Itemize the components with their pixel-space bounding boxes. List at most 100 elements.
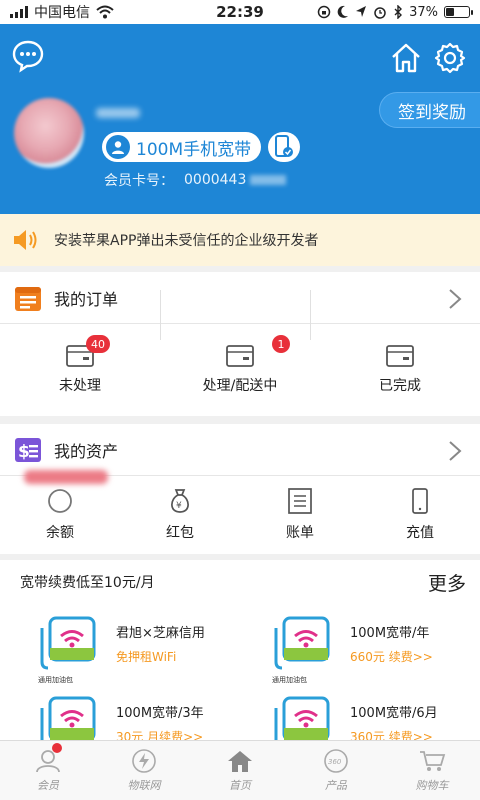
wifi-package-icon: 通用加油包 <box>38 616 96 684</box>
notification-dot <box>52 743 62 753</box>
asset-label: 账单 <box>286 525 314 541</box>
member-card-line: 会员卡号： 0000443 <box>104 170 287 190</box>
tab-label: 购物车 <box>415 778 449 792</box>
order-status-completed[interactable]: 已完成 <box>320 324 480 416</box>
membership-badge[interactable]: 100M手机宽带 <box>102 132 262 162</box>
promo-header: 宽带续费低至10元/月 更多 <box>0 560 480 604</box>
assets-title: 我的资产 <box>54 441 119 461</box>
order-status-label: 未处理 <box>59 378 101 394</box>
wallet-card-icon: 1 <box>226 335 290 367</box>
notice-bar[interactable]: 安装苹果APP弹出未受信任的企业级开发者 <box>0 214 480 266</box>
asset-recharge[interactable]: 充值 <box>360 476 480 554</box>
divider <box>310 290 311 340</box>
svg-text:360: 360 <box>328 758 342 766</box>
battery-percent: 37% <box>409 4 438 20</box>
moon-icon <box>337 5 349 18</box>
wifi-icon <box>96 5 114 19</box>
promo-item[interactable]: 通用加油包 君旭×芝麻信用 免押租WiFi <box>0 614 230 694</box>
orders-title: 我的订单 <box>54 289 119 309</box>
message-icon[interactable] <box>10 38 46 74</box>
asset-balance[interactable]: 余额 <box>0 470 120 554</box>
bill-list-icon <box>286 488 314 514</box>
asset-bill[interactable]: 账单 <box>240 476 360 554</box>
home-icon <box>228 750 252 772</box>
notice-text: 安装苹果APP弹出未受信任的企业级开发者 <box>54 233 319 249</box>
package-caption: 通用加油包 <box>272 675 307 684</box>
membership-badge-label: 100M手机宽带 <box>136 139 252 160</box>
user-icon <box>106 135 130 159</box>
broadband-promo-section: 宽带续费低至10元/月 更多 通用加油包 君旭×芝麻信用 免押租WiFi 通用加… <box>0 560 480 740</box>
tab-label: 物联网 <box>127 778 161 792</box>
assets-header[interactable]: $ 我的资产 <box>0 424 480 476</box>
lock-rotation-icon <box>317 5 331 19</box>
bluetooth-icon <box>394 5 403 19</box>
promo-item-title: 100M宽带/年 <box>350 626 430 641</box>
promo-item[interactable]: 100M宽带/6月 360元 续费>> <box>234 694 464 740</box>
lightning-icon <box>132 748 156 773</box>
more-link[interactable]: 更多 <box>428 569 466 596</box>
username-blurred <box>96 108 140 118</box>
bottom-tab-bar: 会员 物联网 首页 360 产品 购物车 <box>0 740 480 800</box>
balance-icon <box>24 470 108 514</box>
promo-item[interactable]: 通用加油包 100M宽带/年 660元 续费>> <box>234 614 464 694</box>
tab-label: 首页 <box>229 778 251 792</box>
promo-item-title: 君旭×芝麻信用 <box>116 626 205 641</box>
pending-count-badge: 40 <box>86 335 110 353</box>
promo-title: 宽带续费低至10元/月 <box>20 575 155 591</box>
phone-verified-icon[interactable] <box>268 132 300 162</box>
speaker-icon <box>14 230 37 250</box>
member-card-label: 会员卡号： <box>104 173 174 189</box>
order-status-pending[interactable]: 40 未处理 <box>0 324 160 416</box>
promo-item[interactable]: 100M宽带/3年 30元 月续费>> <box>0 694 230 740</box>
signin-reward-button[interactable]: 签到奖励 <box>379 92 480 128</box>
orders-card: 我的订单 40 未处理 1 处理/配送中 已完成 <box>0 272 480 416</box>
wifi-package-icon: 通用加油包 <box>272 616 330 684</box>
signal-icon <box>10 6 28 18</box>
avatar[interactable] <box>14 98 84 168</box>
orders-header[interactable]: 我的订单 <box>0 272 480 324</box>
assets-card: $ 我的资产 余额 ¥ 红包 账单 充值 <box>0 424 480 554</box>
settings-gear-icon[interactable] <box>432 40 468 76</box>
tab-label: 产品 <box>325 778 347 792</box>
tab-products[interactable]: 360 产品 <box>288 741 384 800</box>
order-status-label: 已完成 <box>379 378 421 394</box>
home-icon[interactable] <box>388 40 424 76</box>
wifi-package-icon <box>274 696 330 740</box>
status-bar: 中国电信 22:39 37% <box>0 0 480 24</box>
balance-value-blurred <box>24 470 108 484</box>
wallet-card-icon <box>386 345 414 367</box>
alarm-icon <box>374 7 386 19</box>
member-card-number: 0000443 <box>184 172 247 188</box>
money-bag-icon: ¥ <box>166 488 194 514</box>
tab-home[interactable]: 首页 <box>192 741 288 800</box>
asset-red-packet[interactable]: ¥ 红包 <box>120 476 240 554</box>
tab-iot[interactable]: 物联网 <box>96 741 192 800</box>
status-right: 37% <box>317 4 473 20</box>
tab-label: 会员 <box>37 778 59 792</box>
chevron-right-icon <box>449 441 462 461</box>
chevron-right-icon <box>449 289 462 309</box>
tab-member[interactable]: 会员 <box>0 741 96 800</box>
tab-cart[interactable]: 购物车 <box>384 741 480 800</box>
order-status-label: 处理/配送中 <box>202 378 278 394</box>
promo-item-title: 100M宽带/3年 <box>116 706 204 721</box>
battery-icon <box>444 6 473 18</box>
promo-item-title: 100M宽带/6月 <box>350 706 438 721</box>
member-card-blurred <box>250 175 287 185</box>
order-status-processing[interactable]: 1 处理/配送中 <box>160 324 320 416</box>
asset-label: 充值 <box>406 525 434 541</box>
location-icon <box>356 6 367 17</box>
wallet-card-icon: 40 <box>66 335 110 367</box>
mobile-phone-icon <box>406 488 434 514</box>
promo-item-subtitle: 免押租WiFi <box>116 650 177 664</box>
promo-item-subtitle: 360元 续费>> <box>350 730 433 740</box>
promo-item-subtitle: 30元 月续费>> <box>116 730 204 740</box>
shopping-cart-icon <box>420 750 446 771</box>
package-caption: 通用加油包 <box>38 675 73 684</box>
status-left: 中国电信 <box>10 2 114 22</box>
promo-item-subtitle: 660元 续费>> <box>350 650 433 664</box>
svg-text:$: $ <box>18 442 30 462</box>
wifi-package-icon <box>40 696 96 740</box>
carrier-name: 中国电信 <box>34 5 90 21</box>
processing-count-badge: 1 <box>272 335 290 353</box>
